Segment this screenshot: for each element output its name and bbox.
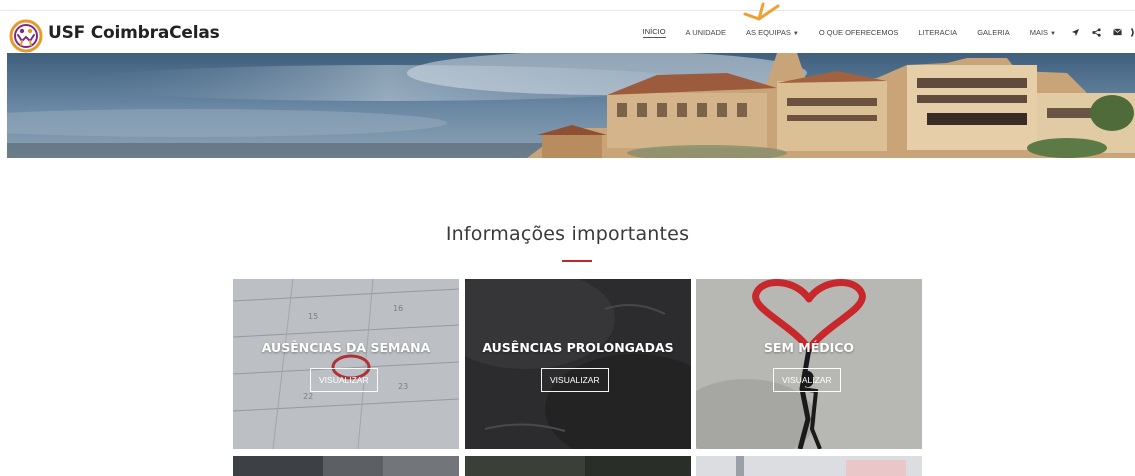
- chevron-down-icon: ▼: [1050, 30, 1056, 37]
- card-sem-medico[interactable]: SEM MÉDICO VISUALIZAR: [696, 279, 922, 449]
- card-title: AUSÊNCIAS PROLONGADAS: [482, 340, 674, 355]
- site-header: USF CoimbraCelas INÍCIO A UNIDADE AS EQU…: [0, 2, 1135, 53]
- nav-galeria[interactable]: GALERIA: [977, 28, 1010, 37]
- nav-a-unidade[interactable]: A UNIDADE: [686, 28, 726, 37]
- visualizar-button[interactable]: VISUALIZAR: [310, 368, 378, 392]
- nav-inicio[interactable]: INÍCIO: [642, 27, 666, 38]
- mail-icon[interactable]: [1112, 27, 1122, 37]
- page: USF CoimbraCelas INÍCIO A UNIDADE AS EQU…: [0, 0, 1135, 476]
- logo-icon[interactable]: [9, 19, 43, 53]
- title-underline: [562, 260, 592, 262]
- card-photo: [465, 456, 691, 476]
- chevron-down-icon: ▼: [792, 30, 799, 37]
- nav-as-equipas-label: AS EQUIPAS: [745, 27, 791, 37]
- main-nav: INÍCIO A UNIDADE AS EQUIPAS ▼ O QUE OFERE…: [623, 11, 1135, 53]
- send-icon[interactable]: [1070, 27, 1080, 37]
- share-icon[interactable]: [1091, 27, 1101, 37]
- card-ausencias-semana[interactable]: 15 16 22 23 AUSÊNCIAS DA SEMANA VISUALIZ…: [233, 279, 459, 449]
- nav-as-equipas[interactable]: AS EQUIPAS ▼: [746, 28, 799, 37]
- card-photo: [233, 456, 459, 476]
- hero-banner-image: [7, 53, 1135, 158]
- nav-mais[interactable]: MAIS ▼: [1030, 28, 1056, 37]
- card-row2-2[interactable]: [465, 456, 691, 476]
- section-title: Informações importantes: [445, 223, 690, 245]
- brand-name[interactable]: USF CoimbraCelas: [48, 23, 220, 43]
- nav-o-que-oferecemos[interactable]: O QUE OFERECEMOS: [819, 28, 899, 37]
- card-photo: [696, 456, 922, 476]
- card-title: SEM MÉDICO: [763, 340, 855, 355]
- nav-literacia[interactable]: LITERACIA: [918, 28, 957, 37]
- phone-icon[interactable]: [1131, 27, 1135, 37]
- calendar-photo: 15 16 22 23: [233, 279, 459, 449]
- card-ausencias-prolongadas[interactable]: AUSÊNCIAS PROLONGADAS VISUALIZAR: [465, 279, 691, 449]
- hero-banner: [7, 53, 1135, 158]
- visualizar-button[interactable]: VISUALIZAR: [541, 368, 609, 392]
- chalkboard-photo: [465, 279, 691, 449]
- card-row2-1[interactable]: [233, 456, 459, 476]
- heart-graffiti-photo: [696, 279, 922, 449]
- nav-mais-label: MAIS: [1029, 27, 1049, 37]
- visualizar-button[interactable]: VISUALIZAR: [773, 368, 841, 392]
- card-row2-3[interactable]: [696, 456, 922, 476]
- card-title: AUSÊNCIAS DA SEMANA: [261, 340, 431, 355]
